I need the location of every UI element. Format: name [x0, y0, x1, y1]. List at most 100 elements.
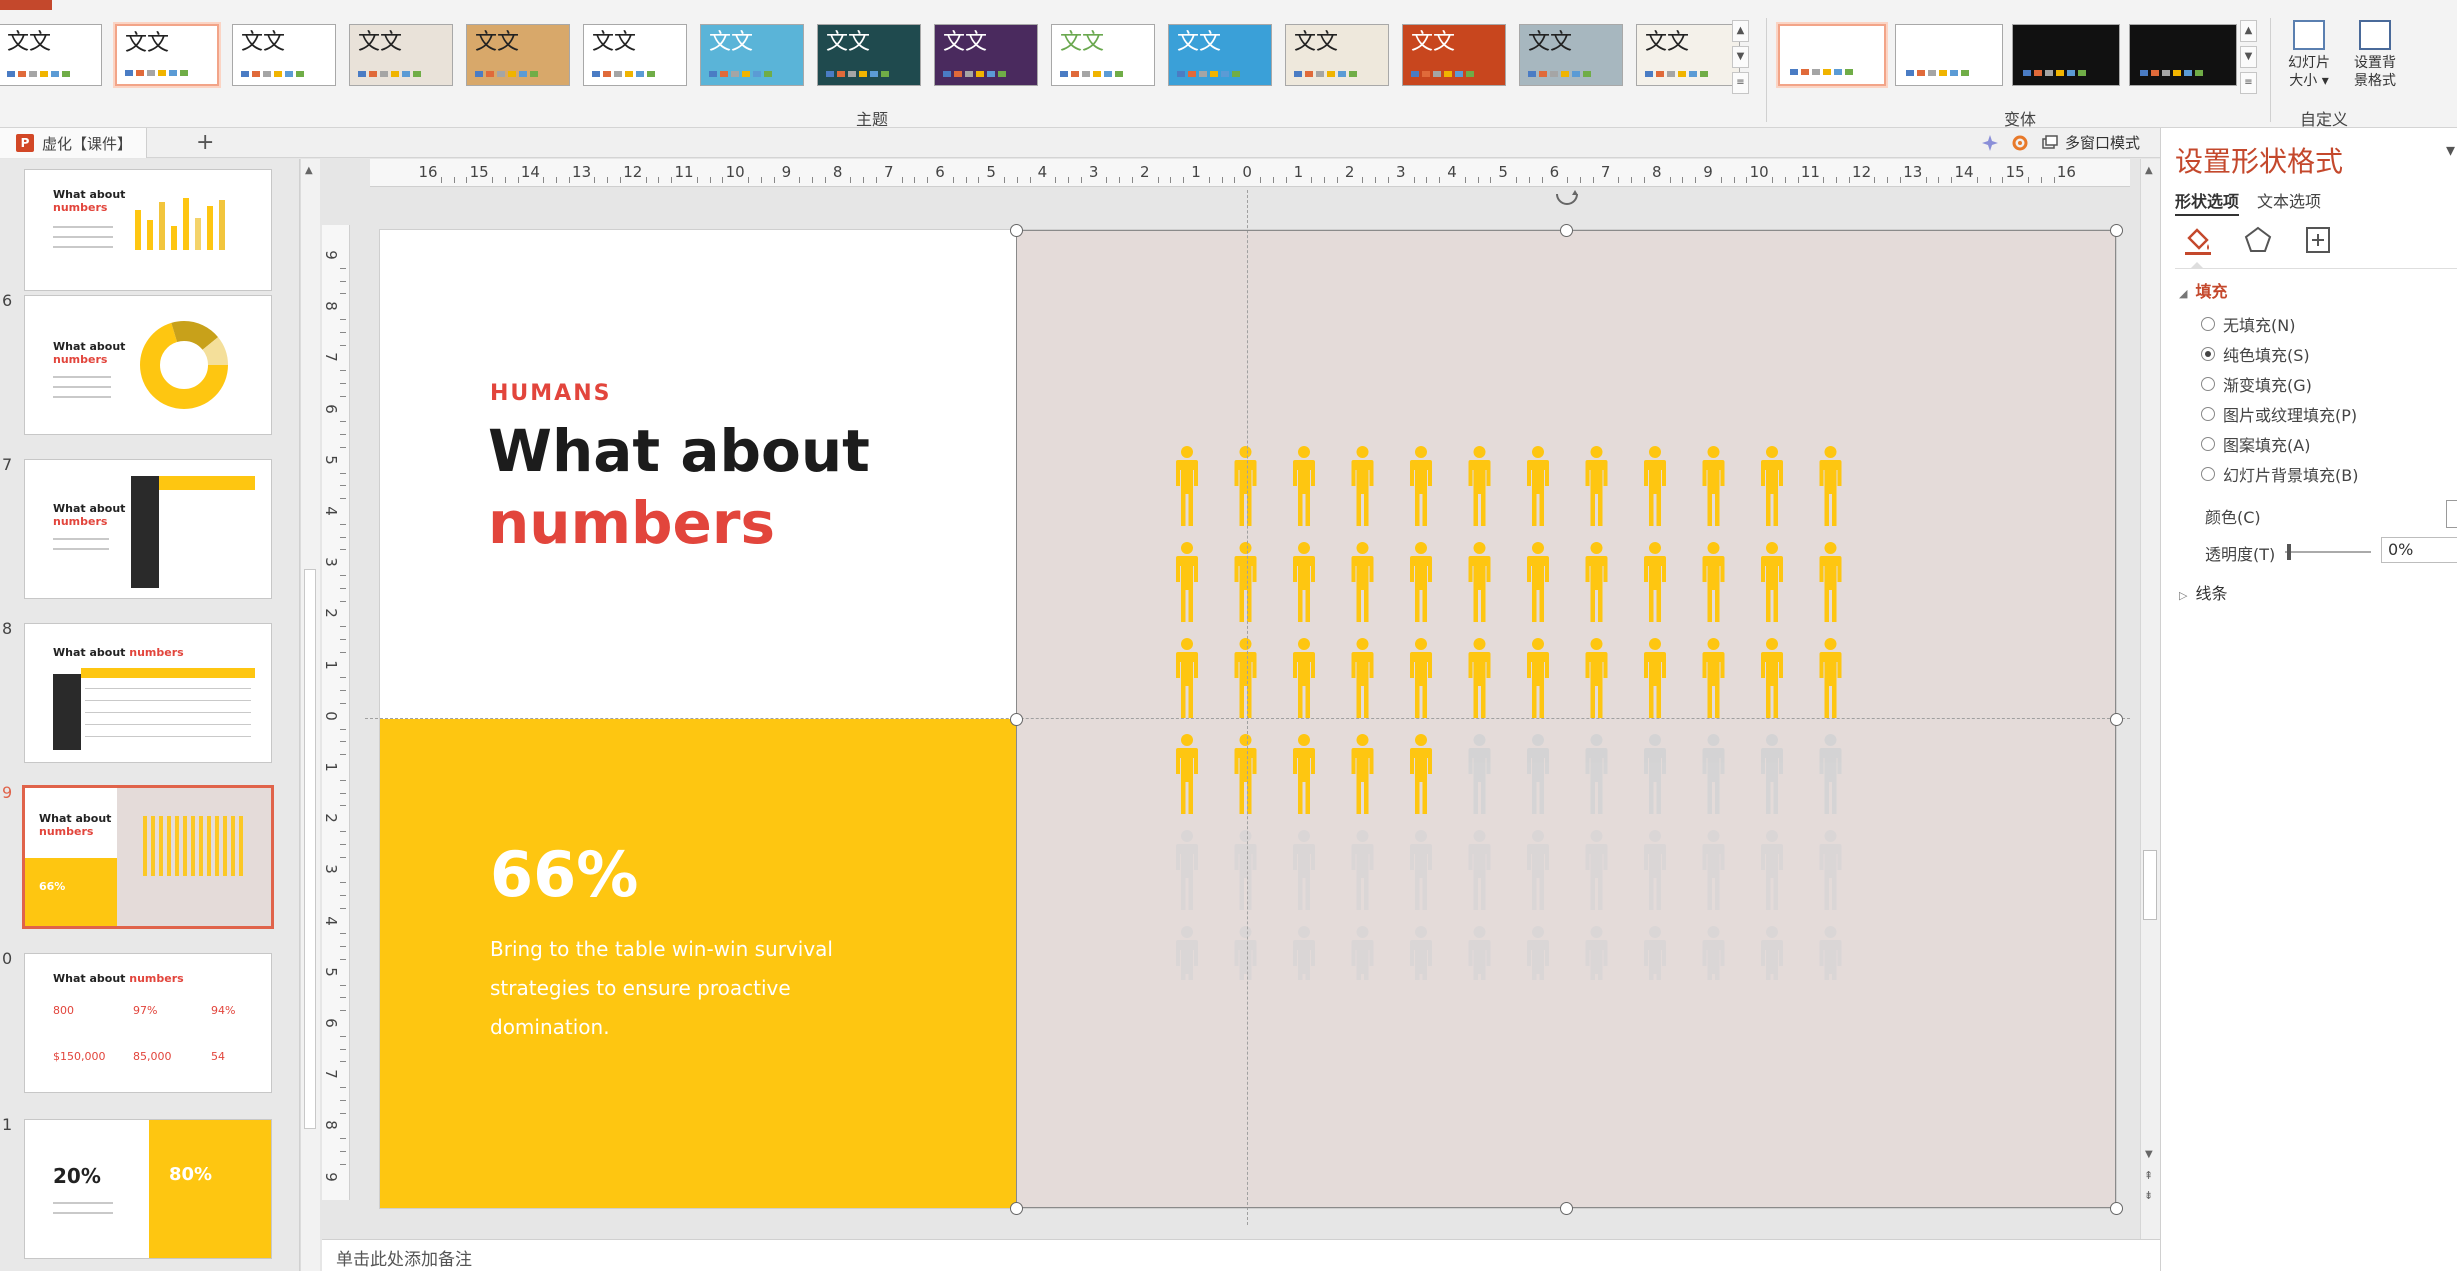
variant-thumbnail[interactable]	[1778, 24, 1886, 86]
fill-option[interactable]: 无填充(N)	[2201, 312, 2295, 336]
slide-size-label-1: 幻灯片	[2288, 55, 2330, 71]
transparency-slider-track[interactable]	[2285, 551, 2371, 553]
variant-thumbnail[interactable]	[1895, 24, 2003, 86]
radio-button[interactable]	[2201, 317, 2215, 331]
ruler-tick-label: 9	[321, 250, 340, 260]
slide-stat-description[interactable]: Bring to the table win-win survival stra…	[490, 930, 850, 1047]
resize-handle[interactable]	[1009, 712, 1023, 726]
ruler-tick-label: 1	[321, 762, 340, 772]
theme-thumbnail[interactable]: 文文	[115, 24, 219, 86]
transparency-slider-handle[interactable]	[2287, 544, 2291, 560]
rotate-handle-icon[interactable]	[1553, 188, 1581, 208]
slide-title-line2[interactable]: numbers	[488, 488, 775, 558]
gear-icon[interactable]	[2011, 134, 2029, 152]
slide-thumbnail[interactable]: What about numbers	[24, 623, 272, 763]
theme-thumbnail[interactable]: 文文	[817, 24, 921, 86]
slide-kicker[interactable]: HUMANS	[490, 381, 611, 406]
slide-thumbnail[interactable]: What about numbers	[24, 169, 272, 291]
fill-option[interactable]: 渐变填充(G)	[2201, 372, 2312, 396]
document-tab-label: 虚化【课件】	[42, 134, 133, 153]
theme-thumbnail[interactable]: 文文	[1168, 24, 1272, 86]
fill-option[interactable]: 图案填充(A)	[2201, 432, 2310, 456]
theme-thumbnail[interactable]: 文文	[232, 24, 336, 86]
fill-section-header[interactable]: ◢ 填充	[2179, 278, 2227, 302]
radio-button[interactable]	[2201, 377, 2215, 391]
color-picker-button[interactable]	[2446, 500, 2457, 528]
variant-scroll-down-button[interactable]: ▼	[2240, 46, 2257, 68]
tab-shape-options[interactable]: 形状选项	[2175, 188, 2240, 216]
gallery-more-button[interactable]: ≡	[1732, 72, 1749, 94]
theme-sample-text: 文文	[1528, 30, 1573, 55]
pane-menu-button[interactable]: ▾	[2446, 140, 2455, 161]
editor-scrollbar-thumb[interactable]	[2143, 850, 2157, 920]
size-layout-icon[interactable]	[2303, 224, 2333, 256]
theme-sample-text: 文文	[475, 30, 520, 55]
fill-option[interactable]: 纯色填充(S)	[2201, 342, 2310, 366]
fill-option[interactable]: 图片或纹理填充(P)	[2201, 402, 2357, 426]
slide-stat[interactable]: 66%	[490, 840, 638, 910]
variant-more-button[interactable]: ≡	[2240, 72, 2257, 94]
resize-handle[interactable]	[1009, 223, 1023, 237]
resize-handle[interactable]	[1009, 1201, 1023, 1215]
ruler-tick-label: 13	[572, 163, 592, 181]
gallery-scroll-up-button[interactable]: ▲	[1732, 20, 1749, 42]
line-section-header[interactable]: ▷ 线条	[2179, 580, 2227, 604]
ruler-tick-label: 16	[418, 163, 438, 181]
fill-option[interactable]: 幻灯片背景填充(B)	[2201, 462, 2358, 486]
powerpoint-icon: P	[16, 134, 34, 152]
variant-thumbnail[interactable]	[2012, 24, 2120, 86]
fill-bucket-icon[interactable]	[2183, 224, 2213, 256]
slide-thumbnail[interactable]: What about numbers	[24, 459, 272, 599]
theme-thumbnail[interactable]: 文文	[1402, 24, 1506, 86]
resize-handle[interactable]	[1559, 223, 1573, 237]
tab-text-options[interactable]: 文本选项	[2257, 188, 2321, 216]
theme-thumbnail[interactable]: 文文	[1285, 24, 1389, 86]
format-background-button[interactable]: 设置背 景格式	[2342, 20, 2408, 100]
theme-thumbnail[interactable]: 文文	[934, 24, 1038, 86]
selected-category-indicator	[2191, 262, 2203, 268]
ruler-tick-label: 11	[674, 163, 694, 181]
multi-window-button[interactable]: 多窗口模式	[2041, 132, 2140, 153]
resize-handle[interactable]	[2109, 223, 2123, 237]
ruler-tick-label: 7	[884, 163, 894, 181]
slide-thumbnail-selected[interactable]: What about numbers 66%	[22, 785, 274, 929]
ruler-tick-label: 6	[1549, 163, 1560, 181]
slide-title-line1[interactable]: What about	[488, 416, 870, 486]
magic-icon[interactable]	[1981, 134, 1999, 152]
slide-size-button[interactable]: 幻灯片 大小 ▾	[2276, 20, 2342, 100]
thumb-title: What about numbers	[53, 188, 126, 214]
ruler-tick-label: 0	[1242, 163, 1252, 181]
thumb-donut-chart	[140, 321, 228, 409]
slide-thumbnail[interactable]: What about numbers 800 97% 94% $150,000 …	[24, 953, 272, 1093]
file-tab-accent[interactable]	[0, 0, 52, 10]
theme-thumbnail[interactable]: 文文	[1519, 24, 1623, 86]
theme-thumbnail[interactable]: 文文	[466, 24, 570, 86]
gallery-scroll-down-button[interactable]: ▼	[1732, 46, 1749, 68]
pentagon-effects-icon[interactable]	[2243, 224, 2273, 256]
notes-pane[interactable]: 单击此处添加备注	[322, 1239, 2160, 1271]
radio-button[interactable]	[2201, 347, 2215, 361]
theme-thumbnail[interactable]: 文文	[583, 24, 687, 86]
slide-thumbnail[interactable]: 20% 80%	[24, 1119, 272, 1259]
thumbnails-scrollbar[interactable]: ▲	[300, 159, 320, 1271]
thumbnails-scrollbar-thumb[interactable]	[304, 569, 316, 1129]
theme-thumbnail[interactable]: 文文	[1636, 24, 1740, 86]
document-tab[interactable]: P 虚化【课件】	[0, 128, 148, 158]
resize-handle[interactable]	[2109, 712, 2123, 726]
transparency-input[interactable]: 0%	[2381, 537, 2457, 563]
radio-button[interactable]	[2201, 407, 2215, 421]
slide-thumbnail[interactable]: What about numbers	[24, 295, 272, 435]
variant-thumbnail[interactable]	[2129, 24, 2237, 86]
theme-thumbnail[interactable]: 文文	[700, 24, 804, 86]
ruler-tick-label: 14	[520, 163, 540, 181]
resize-handle[interactable]	[1559, 1201, 1573, 1215]
theme-thumbnail[interactable]: 文文	[1051, 24, 1155, 86]
theme-thumbnail[interactable]: 文文	[0, 24, 102, 86]
editor-scrollbar[interactable]: ▲ ▼ ⇞ ⇟	[2140, 159, 2160, 1239]
add-tab-button[interactable]: +	[196, 132, 214, 154]
radio-button[interactable]	[2201, 467, 2215, 481]
variant-scroll-up-button[interactable]: ▲	[2240, 20, 2257, 42]
theme-thumbnail[interactable]: 文文	[349, 24, 453, 86]
radio-button[interactable]	[2201, 437, 2215, 451]
resize-handle[interactable]	[2109, 1201, 2123, 1215]
